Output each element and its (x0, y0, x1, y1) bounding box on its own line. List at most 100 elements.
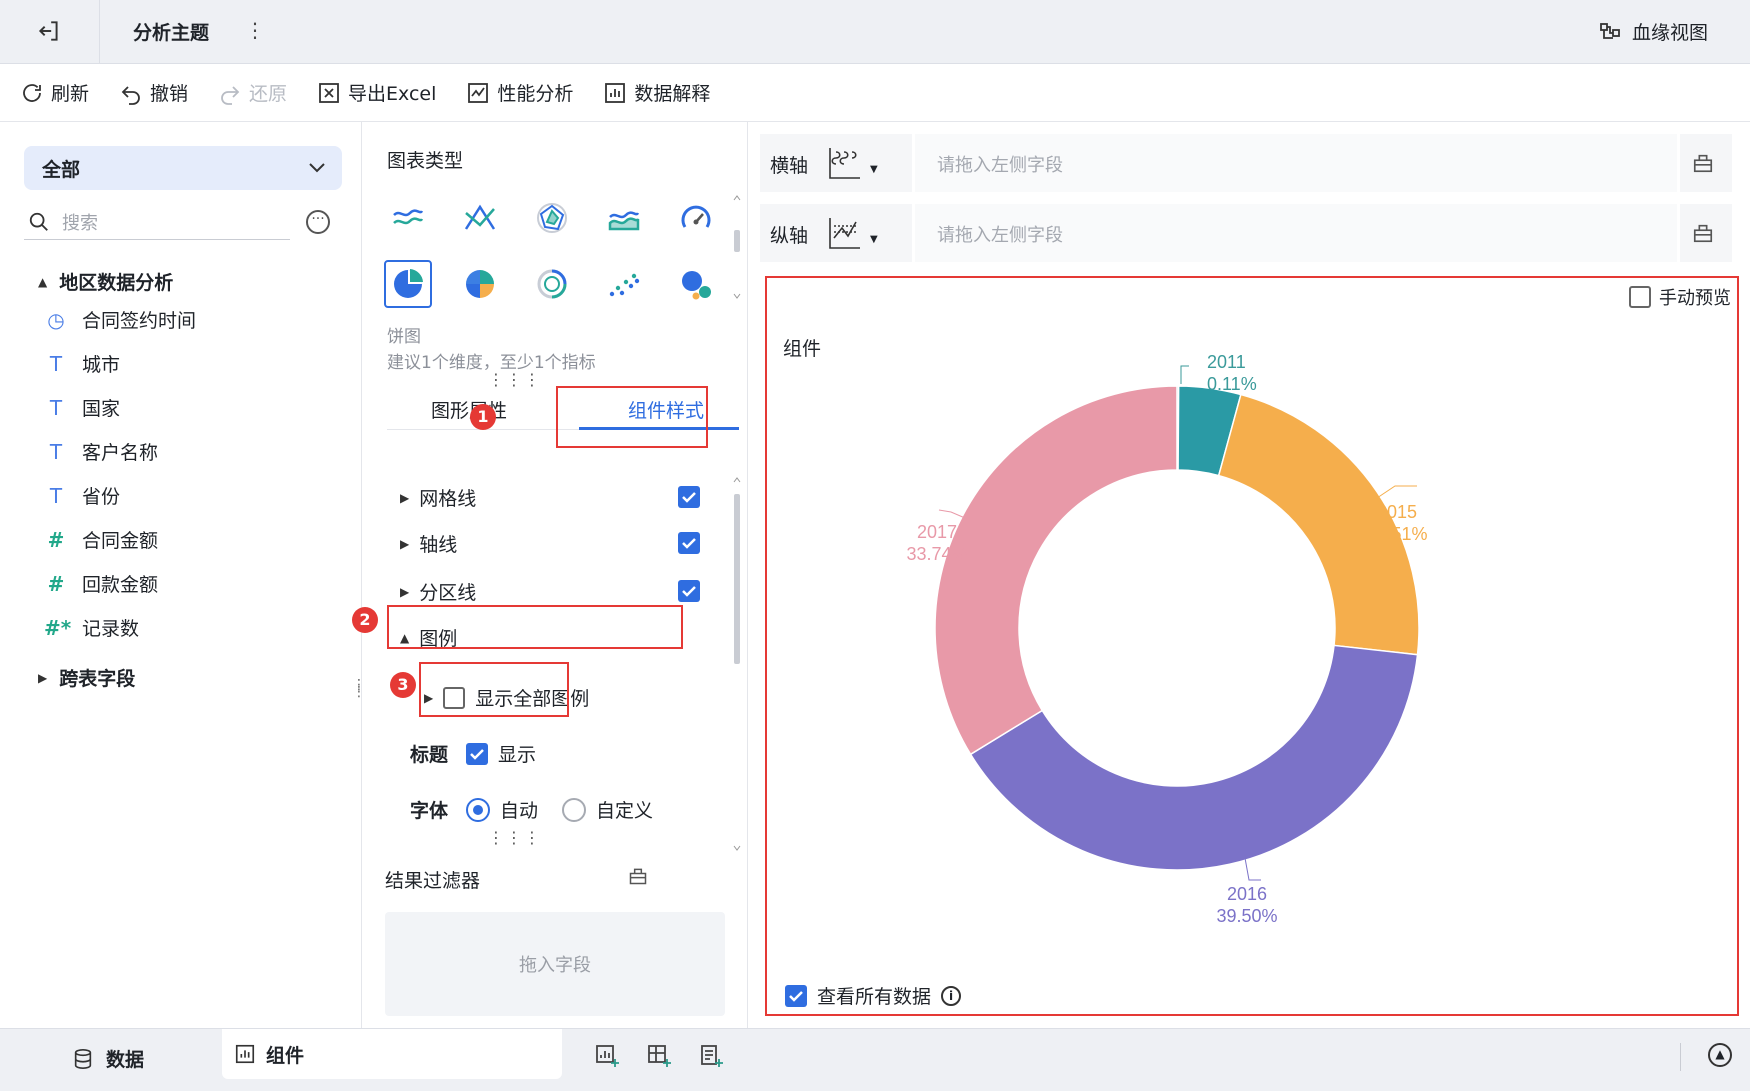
expand-triangle-icon: ▶ (400, 490, 410, 505)
x-axis-type-icon[interactable] (826, 146, 862, 180)
search-input[interactable]: 搜索 (24, 204, 290, 240)
top-bar: 分析主题 ⋮ 血缘视图 (0, 0, 1750, 64)
cross-line-icon (464, 204, 496, 230)
splitter-handle-icon[interactable]: ⋮⋮⋮ (488, 830, 542, 846)
view-all-data-option[interactable]: 查看所有数据 i (785, 982, 962, 1009)
y-axis-settings-icon[interactable] (1692, 222, 1714, 244)
field-item[interactable]: T 国家 (44, 394, 120, 421)
prop-label: 网格线 (419, 488, 477, 510)
panel-resize-handle[interactable]: ⋮ ⋮ (352, 678, 366, 710)
performance-button[interactable]: 性能分析 (466, 79, 573, 106)
add-dashboard-icon[interactable] (646, 1043, 672, 1069)
more-options-icon[interactable]: ··· (306, 210, 330, 234)
add-report-icon[interactable] (698, 1043, 724, 1069)
check-icon (789, 990, 803, 1002)
donut-chart-option[interactable] (384, 260, 432, 308)
radar-icon (537, 203, 567, 233)
splitter-handle-icon[interactable]: ⋮⋮⋮ (488, 372, 542, 388)
field-item[interactable]: T 客户名称 (44, 438, 158, 465)
info-icon[interactable]: i (941, 985, 962, 1006)
lineage-view-button[interactable]: 血缘视图 (1598, 18, 1708, 45)
check-icon (470, 748, 484, 760)
prop-zone-line[interactable]: ▶ 分区线 (400, 578, 476, 605)
font-option-row: 字体 自动 自定义 (410, 796, 653, 823)
prop-axis-line[interactable]: ▶ 轴线 (400, 530, 457, 557)
filter-settings-icon[interactable] (628, 866, 648, 886)
text-type-icon: T (49, 439, 63, 464)
zone-line-checkbox[interactable] (678, 580, 700, 602)
y-axis-caret-icon[interactable]: ▼ (870, 234, 878, 245)
bubble-chart-option[interactable] (672, 260, 720, 308)
chart-config-panel: 图表类型 饼图 建议1个维度，至少1个指标 ⋮⋮⋮ 图形属性 组件样式 1 ▶ … (352, 122, 748, 1028)
field-item[interactable]: ◷ 合同签约时间 (44, 306, 196, 333)
redo-button[interactable]: 还原 (218, 79, 287, 106)
more-menu-icon[interactable]: ⋮ (245, 18, 265, 44)
gridlines-checkbox[interactable] (678, 486, 700, 508)
lineage-label: 血缘视图 (1631, 22, 1708, 44)
data-label-percent: 33.74% (906, 544, 967, 564)
check-icon (682, 492, 696, 503)
font-custom-radio[interactable] (562, 797, 587, 822)
field-item[interactable]: # 回款金额 (44, 570, 158, 597)
pie-chart-option[interactable] (456, 260, 504, 308)
highlight-box-3 (419, 662, 569, 717)
export-excel-button[interactable]: 导出Excel (317, 79, 436, 106)
exit-icon[interactable] (36, 18, 62, 44)
data-explain-button[interactable]: 数据解释 (603, 79, 710, 106)
area-chart-option[interactable] (600, 194, 648, 242)
x-axis-settings-icon[interactable] (1692, 152, 1714, 174)
number-type-icon: # (47, 571, 65, 596)
title-show-checkbox[interactable] (466, 742, 489, 765)
highlight-box-1 (556, 386, 708, 448)
view-all-checkbox[interactable] (785, 984, 807, 1007)
axis-line-checkbox[interactable] (678, 532, 700, 554)
field-item[interactable]: #* 记录数 (44, 614, 139, 641)
field-item[interactable]: T 省份 (44, 482, 120, 509)
bottom-add-icons (594, 1043, 724, 1069)
component-tab[interactable]: 组件 (222, 1029, 562, 1079)
manual-preview-checkbox[interactable] (1629, 286, 1651, 308)
field-item[interactable]: # 合同金额 (44, 526, 158, 553)
donut-slice-2017[interactable] (934, 385, 1178, 756)
text-type-icon: T (49, 395, 63, 420)
donut-slice-2016[interactable] (969, 644, 1419, 871)
properties-scrollbar[interactable] (732, 474, 742, 854)
x-axis-caret-icon[interactable]: ▼ (870, 164, 878, 175)
manual-preview-option[interactable]: 手动预览 (1629, 284, 1731, 310)
radar-chart-option[interactable] (528, 194, 576, 242)
font-prop-label: 字体 (410, 800, 449, 822)
data-label-year: 2016 (1227, 884, 1267, 904)
add-chart-icon[interactable] (594, 1043, 620, 1069)
rose-chart-option[interactable] (528, 260, 576, 308)
radar-line-option[interactable] (456, 194, 504, 242)
line-chart-option[interactable] (384, 194, 432, 242)
data-tab[interactable]: 数据 (72, 1045, 144, 1072)
chart-types-scrollbar[interactable] (732, 192, 742, 302)
undo-button[interactable]: 撤销 (119, 79, 188, 106)
x-axis-row: 横轴 ▼ 请拖入左侧字段 (760, 134, 1732, 192)
bottom-bar: 数据 组件 ▲ (0, 1028, 1750, 1091)
data-label-percent: 22.51% (1366, 524, 1427, 544)
font-auto-radio[interactable] (466, 797, 491, 822)
x-axis-drop-zone[interactable]: 请拖入左侧字段 (912, 134, 1680, 192)
field-item[interactable]: T 城市 (44, 350, 120, 377)
donut-pie-icon (394, 269, 423, 298)
prop-gridlines[interactable]: ▶ 网格线 (400, 484, 476, 511)
refresh-button[interactable]: 刷新 (20, 79, 89, 106)
step-marker-3: 3 (390, 672, 416, 698)
y-axis-drop-zone[interactable]: 请拖入左侧字段 (912, 204, 1680, 262)
scatter-chart-option[interactable] (600, 260, 648, 308)
tree-group-region[interactable]: ▲ 地区数据分析 (38, 268, 173, 295)
tree-group-cross-table[interactable]: ▶ 跨表字段 (38, 664, 135, 691)
gauge-chart-option[interactable] (672, 194, 720, 242)
filter-drop-zone[interactable]: 拖入字段 (385, 912, 725, 1016)
count-type-icon: #* (44, 615, 72, 640)
manual-preview-label: 手动预览 (1659, 288, 1731, 309)
expand-up-icon[interactable]: ▲ (1708, 1043, 1732, 1067)
prop-label: 轴线 (419, 534, 458, 556)
scope-dropdown[interactable]: 全部 (24, 146, 342, 190)
divider (1680, 1043, 1681, 1071)
data-label-percent: 0.11% (1207, 374, 1257, 394)
component-title: 组件 (783, 338, 822, 360)
y-axis-type-icon[interactable] (826, 216, 862, 250)
